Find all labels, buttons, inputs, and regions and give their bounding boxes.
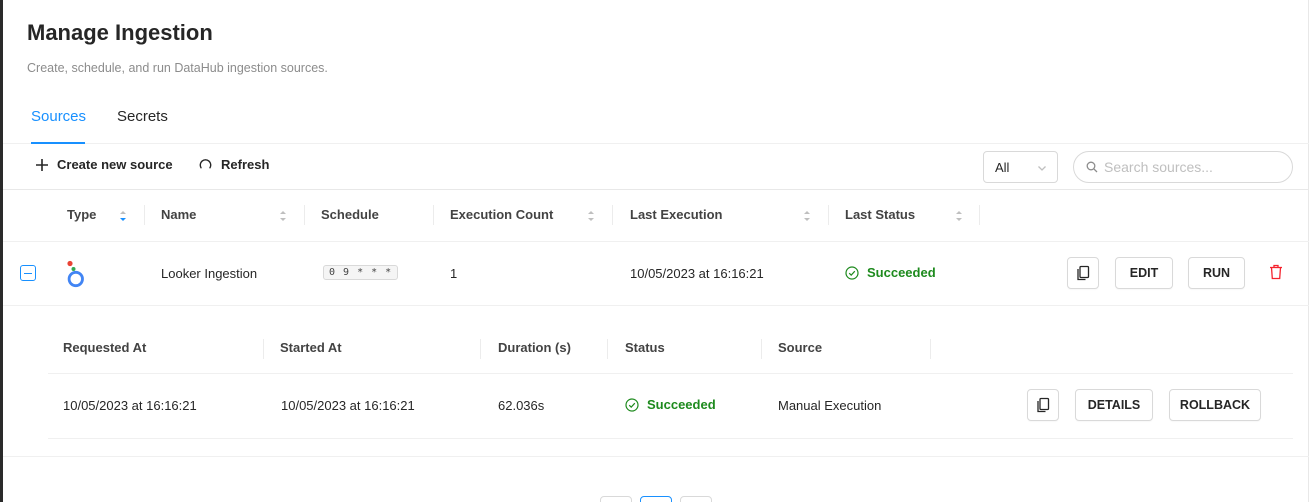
column-divider xyxy=(480,339,481,359)
status-badge: Succeeded xyxy=(625,397,716,412)
sort-icon[interactable] xyxy=(278,209,288,223)
sort-icon[interactable] xyxy=(954,209,964,223)
sort-icon[interactable] xyxy=(118,209,128,223)
edit-button[interactable]: EDIT xyxy=(1115,257,1173,289)
column-divider xyxy=(979,205,980,225)
details-button[interactable]: DETAILS xyxy=(1075,389,1153,421)
schedule-cron: 0 9 * * * xyxy=(323,265,399,280)
status-badge: Succeeded xyxy=(845,265,936,280)
copy-icon xyxy=(1037,397,1050,413)
copy-urn-button[interactable] xyxy=(1067,257,1099,289)
create-new-source-label: Create new source xyxy=(57,157,173,172)
column-header-duration: Duration (s) xyxy=(498,340,571,355)
create-new-source-button[interactable]: Create new source xyxy=(35,157,173,172)
column-divider xyxy=(433,205,434,225)
sources-table-header: Type Name Schedule Execution Count Last … xyxy=(3,190,1309,242)
column-header-last-execution[interactable]: Last Execution xyxy=(630,207,722,222)
looker-logo-icon xyxy=(67,260,84,288)
duration: 62.036s xyxy=(498,398,545,413)
tab-sources[interactable]: Sources xyxy=(31,108,86,125)
plus-icon xyxy=(36,158,48,171)
column-header-started-at: Started At xyxy=(280,340,342,355)
execution-row: 10/05/2023 at 16:16:21 10/05/2023 at 16:… xyxy=(48,374,1293,439)
refresh-label: Refresh xyxy=(221,157,270,172)
check-circle-icon xyxy=(845,265,859,280)
execution-count: 1 xyxy=(450,266,458,281)
pagination-page-button[interactable] xyxy=(640,496,672,502)
status-filter-value: All xyxy=(995,160,1010,175)
search-icon xyxy=(1086,161,1098,173)
page-subtitle: Create, schedule, and run DataHub ingest… xyxy=(27,61,328,75)
column-header-last-status[interactable]: Last Status xyxy=(845,207,915,222)
run-button[interactable]: RUN xyxy=(1188,257,1245,289)
column-header-requested-at: Requested At xyxy=(63,340,147,355)
column-divider xyxy=(930,339,931,359)
source-name[interactable]: Looker Ingestion xyxy=(161,266,257,281)
refresh-icon xyxy=(199,159,212,169)
page-title: Manage Ingestion xyxy=(27,20,213,45)
tab-bar: Sources Secrets xyxy=(3,103,1309,144)
collapse-row-icon[interactable] xyxy=(20,265,36,281)
copy-execution-urn-button[interactable] xyxy=(1027,389,1059,421)
status-label: Succeeded xyxy=(647,397,716,412)
column-divider xyxy=(612,205,613,225)
search-box[interactable] xyxy=(1073,151,1293,183)
rollback-button[interactable]: ROLLBACK xyxy=(1169,389,1261,421)
executions-table-header: Requested At Started At Duration (s) Sta… xyxy=(48,329,1293,374)
column-divider xyxy=(263,339,264,359)
tab-secrets[interactable]: Secrets xyxy=(117,108,168,125)
toolbar: Create new source Refresh All xyxy=(3,144,1309,190)
status-filter-select[interactable]: All xyxy=(983,151,1058,183)
table-row: Looker Ingestion 0 9 * * * 1 10/05/2023 … xyxy=(3,242,1309,306)
column-header-source: Source xyxy=(778,340,823,355)
column-header-type[interactable]: Type xyxy=(67,207,96,222)
column-divider xyxy=(761,339,762,359)
expanded-executions-panel: Requested At Started At Duration (s) Sta… xyxy=(3,307,1309,457)
column-divider xyxy=(144,205,145,225)
status-label: Succeeded xyxy=(867,265,936,280)
search-input[interactable] xyxy=(1104,159,1284,175)
last-execution: 10/05/2023 at 16:16:21 xyxy=(630,266,764,281)
column-header-name[interactable]: Name xyxy=(161,207,196,222)
refresh-button[interactable]: Refresh xyxy=(198,157,269,172)
pagination-prev-button[interactable] xyxy=(600,496,632,502)
column-header-status: Status xyxy=(625,340,665,355)
column-header-schedule: Schedule xyxy=(321,207,379,222)
delete-icon[interactable] xyxy=(1269,264,1283,280)
column-divider xyxy=(607,339,608,359)
sort-icon[interactable] xyxy=(802,209,812,223)
pagination-next-button[interactable] xyxy=(680,496,712,502)
copy-icon xyxy=(1077,265,1090,281)
chevron-down-icon xyxy=(1038,166,1046,171)
requested-at: 10/05/2023 at 16:16:21 xyxy=(63,398,197,413)
column-header-execution-count[interactable]: Execution Count xyxy=(450,207,553,222)
check-circle-icon xyxy=(625,397,639,412)
column-divider xyxy=(304,205,305,225)
column-divider xyxy=(828,205,829,225)
sort-icon[interactable] xyxy=(586,209,596,223)
execution-source: Manual Execution xyxy=(778,398,882,413)
started-at: 10/05/2023 at 16:16:21 xyxy=(281,398,415,413)
